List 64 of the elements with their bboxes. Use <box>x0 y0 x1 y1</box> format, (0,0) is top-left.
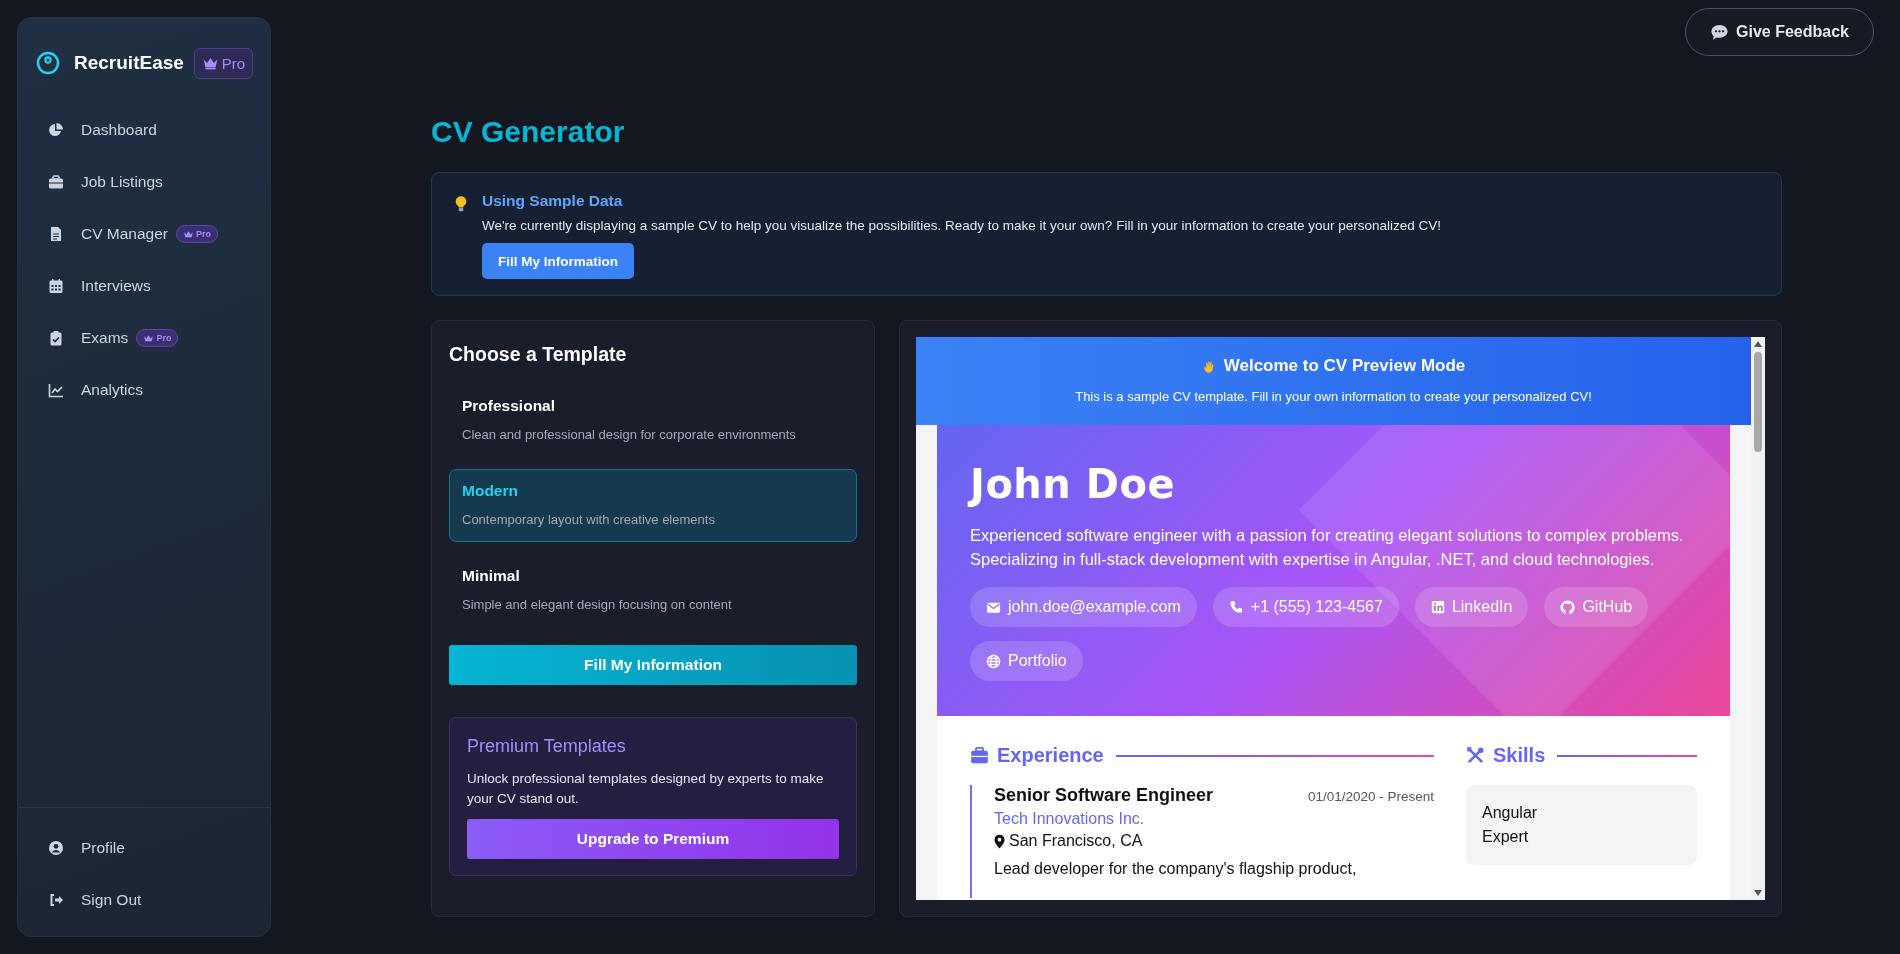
line-chart-icon <box>48 382 64 398</box>
job-description: Lead developer for the company's flagship product, <box>994 860 1358 878</box>
document-icon <box>48 226 64 242</box>
scroll-up-icon <box>1754 341 1762 347</box>
nav-item[interactable]: Dashboard <box>18 104 258 156</box>
template-description: Clean and professional design for corporate environments <box>462 427 797 442</box>
feedback-button[interactable]: Give Feedback <box>1685 8 1874 56</box>
calendar-icon <box>48 278 64 294</box>
banner-text: This is a sample CV template. Fill in your own information to create your personalized CV! <box>1074 389 1593 404</box>
nav-item[interactable]: Profile <box>18 822 258 874</box>
scrollbar[interactable] <box>1751 337 1765 900</box>
notice-text: We're currently displaying a sample CV to help you visualize the possibilities. Ready to make it your own? Fill in your information to create your personalized CV! <box>482 218 1442 233</box>
cv-summary: Experienced software engineer with a passion for creating elegant solutions to complex problems. Specializing in full-stack development with expertise in Angular, .NET, and cloud technologies. <box>970 525 1685 570</box>
job-title: Senior Software Engineer <box>994 785 1214 806</box>
sign-out-icon <box>48 892 64 908</box>
pro-badge: Pro <box>136 329 179 347</box>
template-name: Modern <box>462 482 519 500</box>
page-title: CV Generator <box>431 114 626 150</box>
banner-title: Welcome to CV Preview Mode <box>1223 356 1466 376</box>
user-circle-icon <box>48 840 64 856</box>
pie-chart-icon <box>48 122 64 138</box>
lightbulb-icon <box>454 195 468 213</box>
nav-item[interactable]: Sign Out <box>18 874 258 926</box>
job-dates: 01/01/2020 - Present <box>1307 789 1434 804</box>
template-description: Simple and elegant design focusing on content <box>462 597 733 612</box>
template-option[interactable]: Minimal Simple and elegant design focusing on content <box>449 554 857 627</box>
nav-item[interactable]: Analytics <box>18 364 258 416</box>
job-location: San Francisco, CA <box>1009 832 1143 850</box>
nav-item[interactable]: Job Listings <box>18 156 258 208</box>
nav-item[interactable]: CV Manager Pro <box>18 208 258 260</box>
globe-icon <box>986 653 1001 669</box>
premium-title: Premium Templates <box>467 736 627 757</box>
fill-information-button[interactable]: Fill My Information <box>482 243 634 279</box>
nav-item[interactable]: Interviews <box>18 260 258 312</box>
template-name: Professional <box>462 397 557 415</box>
pro-badge: Pro <box>193 47 253 79</box>
brand-name: RecruitEase <box>74 52 185 74</box>
pro-badge: Pro <box>176 225 219 243</box>
skill-name: Angular <box>1482 803 1539 823</box>
section-title: Skills <box>1493 744 1546 767</box>
briefcase-icon <box>48 174 64 190</box>
notice-title: Using Sample Data <box>482 192 624 210</box>
phone-icon <box>1228 599 1244 615</box>
section-title: Experience <box>997 744 1104 767</box>
scroll-down-icon <box>1754 890 1762 896</box>
template-option[interactable]: Modern Contemporary layout with creative elements <box>449 469 857 542</box>
location-pin-icon <box>994 833 1005 849</box>
nav-item[interactable]: Exams Pro <box>18 312 258 364</box>
linkedin-icon <box>1430 600 1445 614</box>
scrollbar-thumb[interactable] <box>1754 352 1762 452</box>
panel-title: Choose a Template <box>449 343 628 366</box>
tools-icon <box>1466 746 1485 765</box>
upgrade-button[interactable]: Upgrade to Premium <box>467 819 839 859</box>
briefcase-icon <box>970 746 989 765</box>
skill-level: Expert <box>1482 827 1530 847</box>
speech-bubble-icon <box>1710 22 1730 42</box>
template-name: Minimal <box>462 567 521 585</box>
target-logo-icon <box>36 51 60 75</box>
template-option[interactable]: Professional Clean and professional design for corporate environments <box>449 384 857 457</box>
template-description: Contemporary layout with creative elements <box>462 512 716 527</box>
github-icon <box>1560 599 1576 615</box>
clipboard-check-icon <box>48 330 64 346</box>
premium-text: Unlock professional templates designed by experts to make your CV stand out. <box>467 770 825 808</box>
company-name: Tech Innovations Inc. <box>994 810 1146 828</box>
